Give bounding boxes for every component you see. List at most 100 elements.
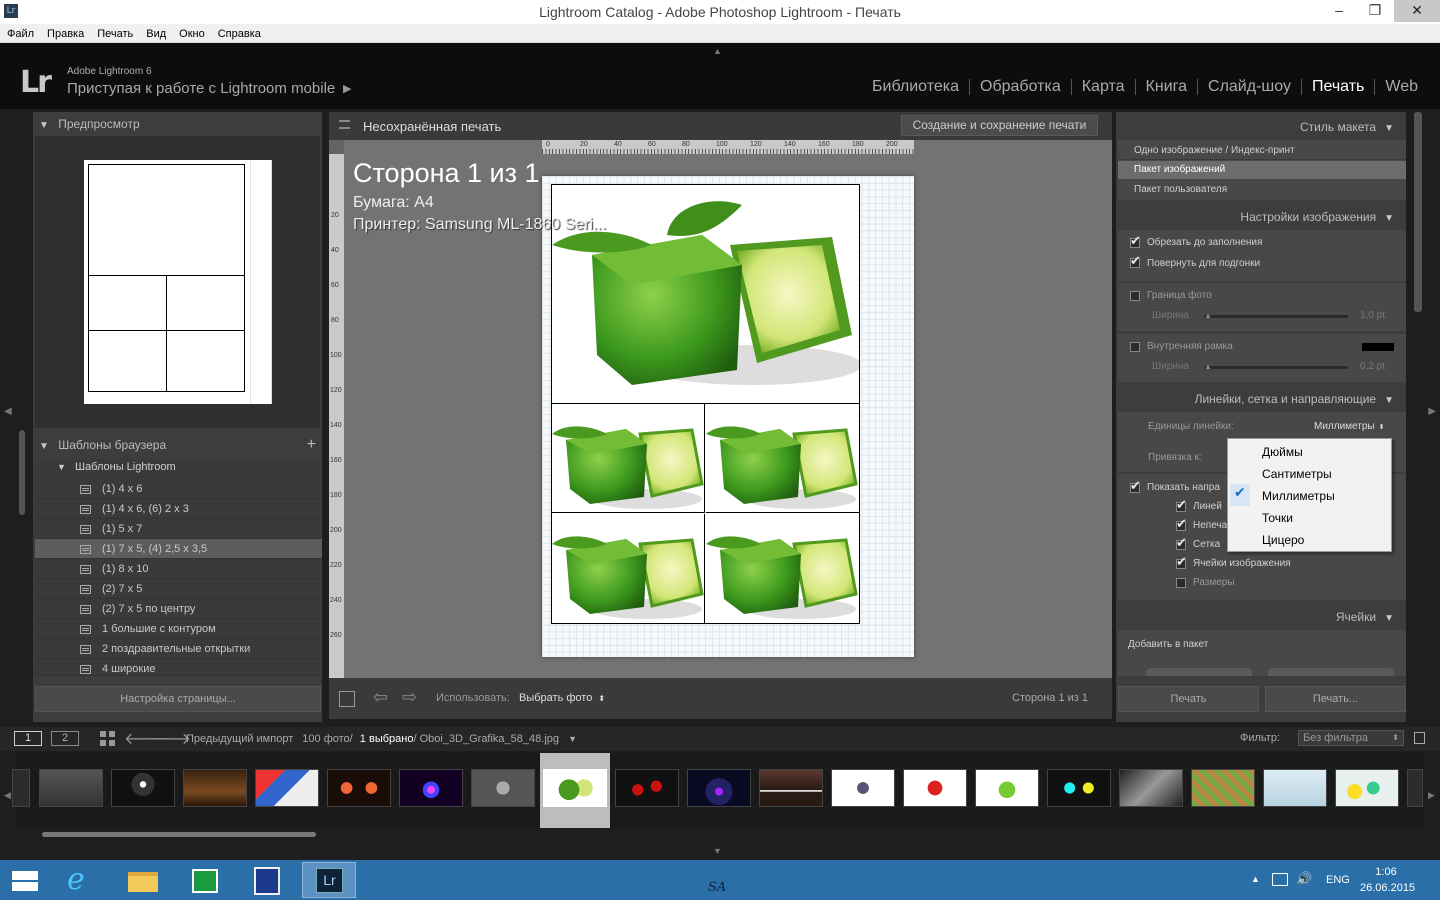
border-width-slider[interactable] <box>1204 315 1348 318</box>
layout-picture-package[interactable]: Пакет изображений <box>1118 161 1406 179</box>
module-slideshow[interactable]: Слайд-шоу <box>1197 79 1301 95</box>
left-scrollbar[interactable] <box>19 430 25 515</box>
module-book[interactable]: Книга <box>1134 79 1197 95</box>
lightroom-task-icon[interactable]: Lr <box>302 862 356 898</box>
print-dialog-button[interactable]: Печать... <box>1265 686 1406 712</box>
guide-bleed-checkbox[interactable] <box>1176 517 1187 532</box>
add-template-icon[interactable]: + <box>307 434 316 456</box>
filmstrip-thumb[interactable] <box>108 753 178 828</box>
menu-view[interactable]: Вид <box>139 26 172 40</box>
image-cell-small[interactable] <box>552 404 705 513</box>
filmstrip-thumb[interactable] <box>36 753 106 828</box>
unit-option-millimeters[interactable]: Миллиметры <box>1262 489 1335 503</box>
unit-option-points[interactable]: Точки <box>1262 511 1293 525</box>
menu-edit[interactable]: Правка <box>40 26 90 40</box>
template-item[interactable]: (1) 5 x 7 <box>35 519 322 539</box>
module-print[interactable]: Печать <box>1300 79 1374 95</box>
module-web[interactable]: Web <box>1374 79 1428 95</box>
filmstrip-thumb[interactable] <box>972 753 1042 828</box>
filmstrip-thumb[interactable] <box>612 753 682 828</box>
module-develop[interactable]: Обработка <box>969 79 1071 95</box>
filmstrip-thumb[interactable] <box>252 753 322 828</box>
slider-thumb-icon[interactable]: ▲ <box>1204 362 1212 371</box>
left-panel-toggle-icon[interactable]: ◀ <box>4 406 12 417</box>
filmstrip-thumb[interactable] <box>756 753 826 828</box>
next-page-arrow-icon[interactable]: ⇨ <box>402 687 417 708</box>
collapse-bottom-icon[interactable]: ▼ <box>713 846 722 856</box>
filmstrip-thumb[interactable] <box>828 753 898 828</box>
filmstrip-thumb[interactable] <box>12 753 34 828</box>
filmstrip-thumb[interactable] <box>1332 753 1402 828</box>
layout-custom-package[interactable]: Пакет пользователя <box>1118 181 1406 199</box>
clock-date[interactable]: 26.06.2015 <box>1360 882 1415 894</box>
unit-option-centimeters[interactable]: Сантиметры <box>1262 467 1332 481</box>
activity-arrow-icon[interactable]: ▶ <box>343 82 351 95</box>
photo-border-checkbox[interactable] <box>1130 291 1140 301</box>
filter-select[interactable]: Без фильтра ⬍ <box>1298 730 1404 746</box>
forward-arrow-icon[interactable]: 🡒 <box>148 728 191 749</box>
stroke-color-swatch[interactable] <box>1362 343 1394 351</box>
filter-lock-icon[interactable] <box>1414 732 1425 744</box>
filmstrip-right-arrow-icon[interactable]: ▶ <box>1428 790 1435 801</box>
filmstrip-thumb[interactable] <box>900 753 970 828</box>
filmstrip-thumb[interactable] <box>1404 753 1424 828</box>
template-item[interactable]: 2 поздравительные открытки <box>35 639 322 659</box>
guide-dims-checkbox[interactable] <box>1176 578 1186 588</box>
filmstrip-thumb[interactable] <box>1260 753 1330 828</box>
menu-window[interactable]: Окно <box>172 26 211 40</box>
volume-icon[interactable]: 🔊 <box>1296 871 1312 887</box>
image-cell-small[interactable] <box>552 514 705 623</box>
page-setup-button[interactable]: Настройка страницы... <box>35 686 321 712</box>
filmstrip-thumb[interactable] <box>684 753 754 828</box>
activity-text[interactable]: Приступая к работе с Lightroom mobile <box>67 80 335 97</box>
slider-thumb-icon[interactable]: ▲ <box>1204 311 1212 320</box>
template-item[interactable]: (1) 4 x 6, (6) 2 x 3 <box>35 499 322 519</box>
language-indicator[interactable]: ENG <box>1326 874 1350 886</box>
template-item[interactable]: (1) 4 x 6 <box>35 479 322 499</box>
inner-stroke-checkbox[interactable] <box>1130 342 1140 352</box>
cells-header[interactable]: Ячейки ▼ <box>1116 606 1406 628</box>
template-item-selected[interactable]: (1) 7 x 5, (4) 2,5 x 3,5 <box>35 539 322 559</box>
collapse-top-icon[interactable]: ▲ <box>713 46 722 56</box>
rotate-fit-checkbox[interactable] <box>1130 254 1141 269</box>
filmstrip-thumb[interactable] <box>1116 753 1186 828</box>
guide-cells-checkbox[interactable] <box>1176 555 1187 570</box>
unit-option-inches[interactable]: Дюймы <box>1262 445 1303 459</box>
template-item[interactable]: (2) 7 x 5 <box>35 579 322 599</box>
store-icon[interactable] <box>180 862 230 898</box>
minimize-button[interactable]: – <box>1324 0 1354 22</box>
menu-file[interactable]: Файл <box>0 26 40 40</box>
guide-rulers-checkbox[interactable] <box>1176 498 1187 513</box>
filmstrip-thumb-selected[interactable] <box>540 753 610 828</box>
rulers-header[interactable]: Линейки, сетка и направляющие ▼ <box>1116 388 1406 410</box>
cell-size-button[interactable] <box>1268 668 1394 676</box>
template-item[interactable]: (2) 7 x 5 по центру <box>35 599 322 619</box>
page-view-toggle[interactable] <box>339 691 355 707</box>
template-folder[interactable]: ▼ Шаблоны Lightroom <box>57 461 176 473</box>
crop-fill-checkbox[interactable] <box>1130 234 1141 249</box>
use-select[interactable]: Выбрать фото ⬍ <box>519 692 605 704</box>
unit-option-picas[interactable]: Цицеро <box>1262 533 1304 547</box>
menu-help[interactable]: Справка <box>211 26 267 40</box>
inner-width-slider[interactable] <box>1204 366 1348 369</box>
clock-time[interactable]: 1:06 <box>1360 866 1412 878</box>
template-item[interactable]: 4 широкие <box>35 659 322 676</box>
maximize-button[interactable]: ❐ <box>1360 0 1390 22</box>
filmstrip-scrollbar[interactable] <box>42 832 316 837</box>
internet-explorer-icon[interactable]: e <box>55 862 105 898</box>
filmstrip-thumb[interactable] <box>1188 753 1258 828</box>
app-icon[interactable] <box>242 862 292 898</box>
filmstrip-thumb[interactable] <box>1044 753 1114 828</box>
prev-page-arrow-icon[interactable]: ⇦ <box>373 687 388 708</box>
image-cell-small[interactable] <box>706 514 859 623</box>
layout-single-image[interactable]: Одно изображение / Индекс-принт <box>1118 142 1406 160</box>
module-library[interactable]: Библиотека <box>862 79 969 95</box>
tray-expand-icon[interactable]: ▲ <box>1251 874 1260 884</box>
main-window-button[interactable]: 1 <box>14 731 42 746</box>
template-item[interactable]: 1 большие с контуром <box>35 619 322 639</box>
windows-start-icon[interactable] <box>0 862 50 898</box>
image-settings-header[interactable]: Настройки изображения ▼ <box>1116 206 1406 228</box>
filmstrip-thumb[interactable] <box>180 753 250 828</box>
filmstrip-thumb[interactable] <box>324 753 394 828</box>
ruler-units-select[interactable]: Миллиметры ⬍ <box>1314 421 1384 432</box>
